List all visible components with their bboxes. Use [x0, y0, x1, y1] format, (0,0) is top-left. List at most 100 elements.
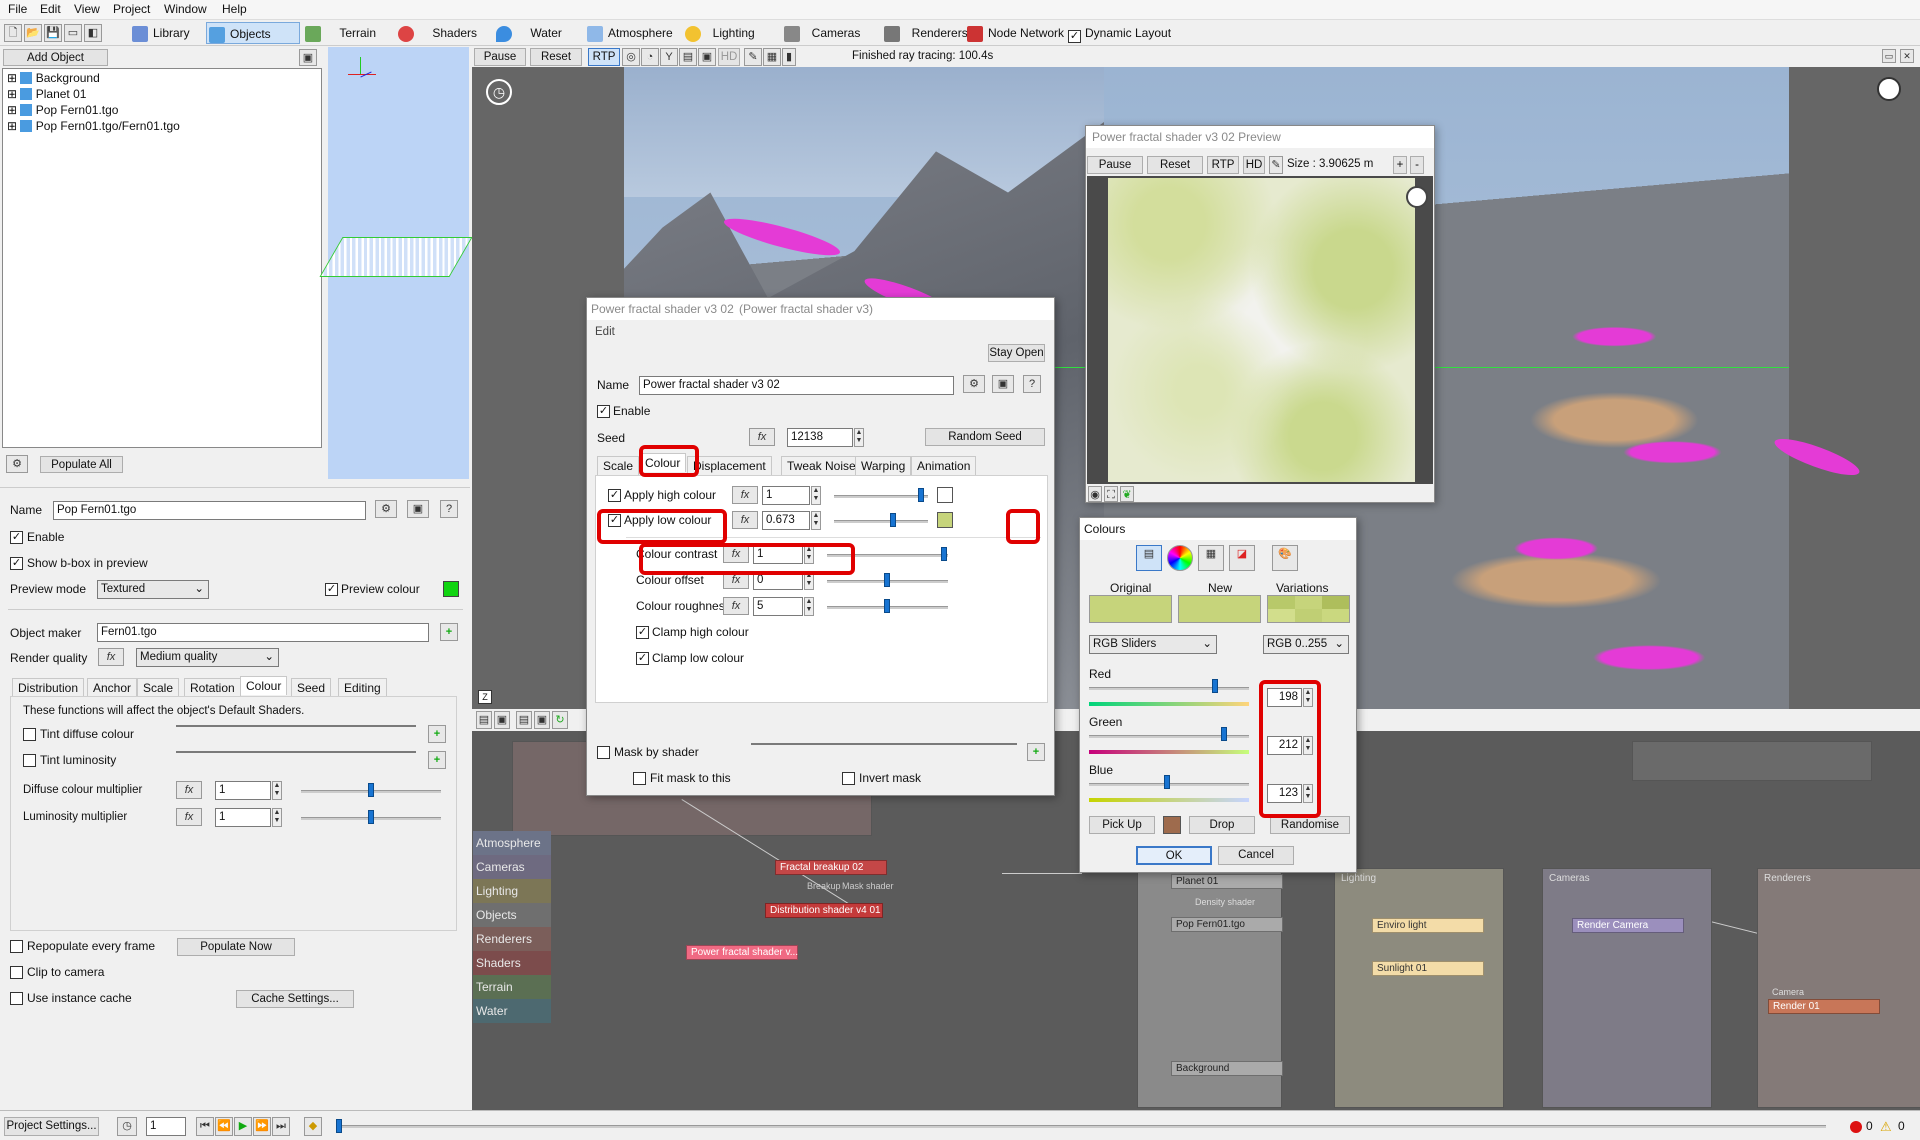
clamp-low-checkbox[interactable]: ✓ [636, 652, 649, 665]
gradient-icon[interactable]: ▦ [763, 48, 781, 66]
cache-settings-button[interactable]: Cache Settings... [236, 990, 354, 1008]
node-enviro-light[interactable]: Enviro light [1372, 918, 1484, 933]
tab-scale[interactable]: Scale [597, 456, 640, 475]
clip-camera-checkbox[interactable] [10, 966, 23, 979]
node-group-cameras[interactable]: Cameras [1542, 868, 1712, 1108]
hd-button[interactable]: HD [718, 48, 740, 66]
node-tool-icon[interactable]: ▣ [494, 711, 510, 729]
tab-displacement[interactable]: Displacement [687, 456, 772, 475]
function-icon[interactable]: fx [732, 511, 758, 529]
render-quality-select[interactable]: Medium quality ⌄ [136, 648, 279, 667]
leaf-icon[interactable]: ❦ [1120, 486, 1134, 502]
node-nav-water[interactable]: Water [473, 999, 551, 1023]
object-3d-preview[interactable] [319, 47, 473, 479]
tree-item-planet[interactable]: ⊞ Planet 01 [7, 87, 86, 101]
low-colour-swatch[interactable] [937, 512, 953, 528]
timeline-thumb[interactable] [336, 1119, 342, 1133]
function-icon[interactable]: fx [723, 597, 749, 615]
offset-slider-thumb[interactable] [884, 573, 890, 587]
project-settings-button[interactable]: Project Settings... [4, 1117, 99, 1136]
random-seed-button[interactable]: Random Seed [925, 428, 1045, 446]
brush-icon[interactable]: ✎ [744, 48, 762, 66]
swatch-stack-icon[interactable]: ◪ [1229, 545, 1255, 571]
node-pop-fern[interactable]: Pop Fern01.tgo [1171, 917, 1283, 932]
filter-icon[interactable]: Y [660, 48, 678, 66]
frame-field[interactable]: 1 [146, 1117, 186, 1136]
gear-icon[interactable]: ⚙ [6, 455, 28, 473]
navigate-icon[interactable]: ◷ [486, 79, 512, 105]
add-plus-icon[interactable]: + [1027, 743, 1045, 761]
clamp-high-checkbox[interactable]: ✓ [636, 626, 649, 639]
new-file-icon[interactable]: 🗋 [4, 24, 22, 42]
sun-gizmo-icon[interactable] [1877, 77, 1901, 101]
contrast-slider-thumb[interactable] [941, 547, 947, 561]
gradient-list-icon[interactable]: ▤ [1136, 545, 1162, 571]
menu-edit[interactable]: Edit [40, 2, 61, 16]
tab-renderers[interactable]: Renderers [884, 22, 968, 44]
help-icon[interactable]: ? [440, 500, 458, 518]
cancel-button[interactable]: Cancel [1218, 846, 1294, 865]
tree-item-background[interactable]: ⊞ Background [7, 71, 100, 85]
panel-icon[interactable]: ▣ [407, 500, 429, 518]
panel-view-icon[interactable]: ▣ [299, 49, 317, 66]
tab-shaders[interactable]: Shaders [398, 22, 477, 44]
tab-scale[interactable]: Scale [137, 678, 180, 697]
tab-node-network[interactable]: Node Network [967, 22, 1064, 44]
preview-mode-select[interactable]: Textured ⌄ [97, 580, 209, 599]
show-bbox-checkbox[interactable]: ✓ [10, 557, 23, 570]
add-plus-icon[interactable]: + [440, 623, 458, 641]
sun-gizmo-icon[interactable] [1406, 186, 1428, 208]
tab-terrain[interactable]: Terrain [305, 22, 376, 44]
picked-colour-swatch[interactable] [1163, 816, 1181, 834]
tab-warping[interactable]: Warping [855, 456, 912, 475]
refresh-icon[interactable]: ↻ [552, 711, 568, 729]
menu-view[interactable]: View [74, 2, 100, 16]
globe-icon[interactable]: ◎ [622, 48, 640, 66]
node-tool-icon[interactable]: ▣ [534, 711, 550, 729]
populate-all-button[interactable]: Populate All [40, 456, 123, 473]
keyframe-icon[interactable]: ◆ [304, 1117, 322, 1136]
help-icon[interactable]: ? [1023, 375, 1041, 393]
palette-grid-icon[interactable]: ▦ [1198, 545, 1224, 571]
high-colour-slider-track[interactable] [834, 495, 928, 498]
node-planet[interactable]: Planet 01 [1171, 874, 1283, 889]
settings-gear-icon[interactable]: ⚙ [963, 375, 985, 393]
stepper[interactable]: ▲ ▼ [272, 808, 282, 827]
tab-animation[interactable]: Animation [911, 456, 977, 475]
preview-hd-button[interactable]: HD [1243, 156, 1265, 174]
randomise-button[interactable]: Randomise [1270, 816, 1350, 834]
function-icon[interactable]: fx [176, 781, 202, 799]
luminosity-slider-thumb[interactable] [368, 810, 374, 824]
node-group-lighting[interactable]: Lighting [1334, 868, 1504, 1108]
last-frame-icon[interactable]: ⏭ [272, 1117, 290, 1136]
colour-mode-select[interactable]: RGB Sliders ⌄ [1089, 635, 1217, 654]
object-maker-field[interactable]: Fern01.tgo [97, 623, 429, 642]
save-icon[interactable]: 💾 [44, 24, 62, 42]
enable-checkbox[interactable]: ✓ [10, 531, 23, 544]
paint-palette-icon[interactable]: 🎨 [1272, 545, 1298, 571]
repopulate-checkbox[interactable] [10, 940, 23, 953]
red-slider-thumb[interactable] [1212, 679, 1218, 693]
tab-objects[interactable]: Objects [206, 22, 300, 44]
tab-editing[interactable]: Editing [338, 678, 387, 697]
shader-edit-menu[interactable]: Edit [595, 326, 615, 338]
tab-distribution[interactable]: Distribution [12, 678, 85, 697]
node-nav-renderers[interactable]: Renderers [473, 927, 551, 951]
node-render-camera[interactable]: Render Camera [1572, 918, 1684, 933]
add-object-button[interactable]: Add Object [3, 49, 108, 66]
node-nav-lighting[interactable]: Lighting [473, 879, 551, 903]
stepper[interactable]: ▲ ▼ [272, 781, 282, 800]
tab-seed[interactable]: Seed [291, 678, 332, 697]
node-distribution-shader[interactable]: Distribution shader v4 01 [765, 903, 883, 918]
node-nav-terrain[interactable]: Terrain [473, 975, 551, 999]
rtp-button[interactable]: RTP [588, 48, 620, 66]
node-sunlight[interactable]: Sunlight 01 [1372, 961, 1484, 976]
tint-diffuse-field[interactable] [176, 725, 416, 727]
tint-luminosity-field[interactable] [176, 751, 416, 753]
function-icon[interactable]: fx [98, 648, 124, 666]
tab-tweak-noise[interactable]: Tweak Noise [781, 456, 862, 475]
timeline-track[interactable] [336, 1125, 1826, 1128]
apply-high-colour-checkbox[interactable]: ✓ [608, 489, 621, 502]
colour-range-select[interactable]: RGB 0..255 ⌄ [1263, 635, 1349, 654]
clock-icon[interactable]: ◷ [117, 1117, 137, 1136]
